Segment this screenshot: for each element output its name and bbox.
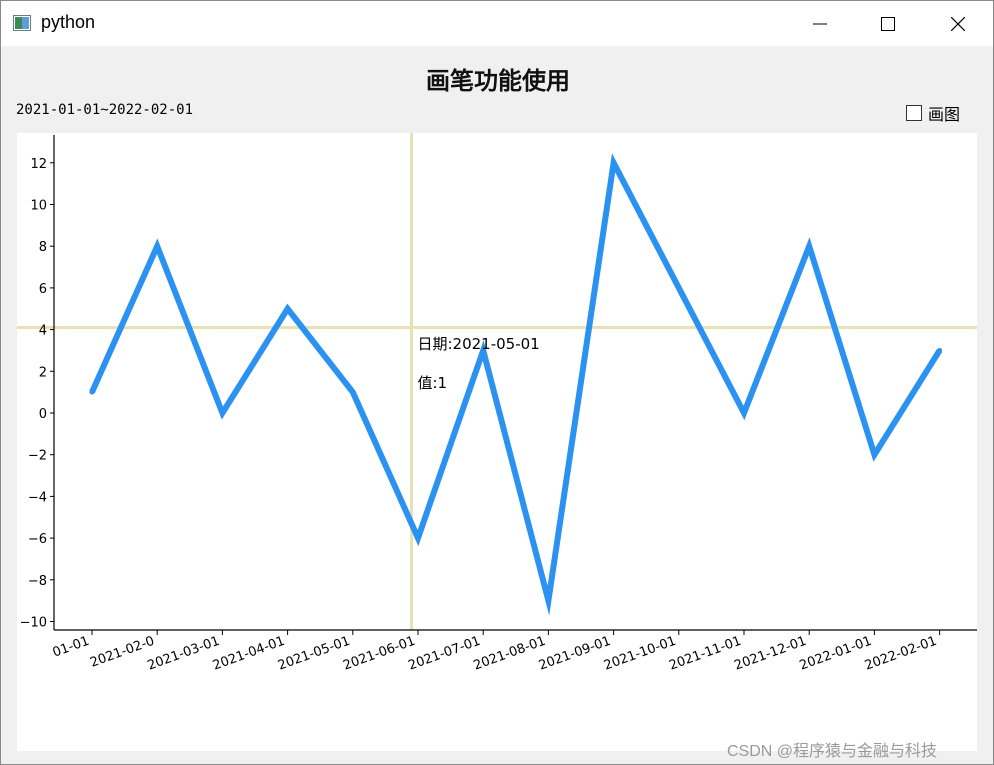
maximize-icon	[881, 16, 895, 31]
x-tick-labels: 01-012021-02-02021-03-012021-04-012021-0…	[51, 634, 939, 674]
data-point[interactable]	[219, 410, 225, 416]
crosshair	[17, 133, 977, 630]
data-point[interactable]	[350, 389, 356, 395]
data-point[interactable]	[741, 410, 747, 416]
draw-checkbox-control[interactable]: 画图	[906, 101, 960, 125]
x-tick-label: 01-01	[51, 634, 92, 661]
axes: 12 10 8 6 4 2 0 −2 −4 −6 −8 −10	[20, 135, 977, 635]
minimize-icon	[813, 23, 827, 24]
y-tick-label: 6	[39, 282, 47, 297]
x-tick-label: 2021-11-01	[667, 634, 743, 674]
tooltip-date: 日期:2021-05-01	[417, 335, 539, 353]
minimize-button[interactable]	[797, 1, 843, 46]
x-tick-label: 2021-10-01	[602, 634, 678, 674]
data-point[interactable]	[611, 160, 617, 166]
chart-title: 画笔功能使用	[426, 66, 570, 95]
x-tick-label: 2021-09-01	[537, 634, 613, 674]
y-tick-label: 4	[39, 324, 47, 339]
x-tick-label: 2021-08-01	[472, 634, 548, 674]
x-tick-label: 2022-01-01	[798, 634, 874, 674]
y-tick-label: 2	[39, 365, 47, 380]
x-tick-label: 2021-06-01	[341, 634, 417, 674]
close-icon	[951, 16, 965, 31]
app-window: python 画笔功能使用 2021-01-01~2022-02-01 画图 1…	[0, 0, 994, 765]
data-point[interactable]	[937, 347, 943, 353]
series-line	[89, 153, 943, 616]
draw-checkbox[interactable]	[906, 105, 922, 121]
x-tick-label: 2021-02-0	[88, 634, 156, 671]
x-tick-label: 2021-12-01	[732, 634, 808, 674]
x-tick-label: 2022-02-01	[863, 634, 939, 674]
y-tick-label: 0	[39, 407, 47, 422]
data-point[interactable]	[154, 243, 160, 249]
data-point[interactable]	[806, 243, 812, 249]
data-point[interactable]	[545, 598, 551, 604]
watermark: CSDN @程序猿与金融与科技	[727, 743, 938, 760]
y-tick-label: −6	[28, 532, 47, 547]
x-tick-label: 2021-05-01	[276, 634, 352, 674]
data-series	[89, 153, 943, 616]
close-button[interactable]	[935, 1, 981, 46]
y-tick-label: −2	[28, 449, 47, 464]
draw-checkbox-label[interactable]: 画图	[928, 101, 960, 125]
plot-area[interactable]: 12 10 8 6 4 2 0 −2 −4 −6 −8 −10 01-01 2021-02-0 2021-…	[17, 133, 977, 751]
x-tick-label: 2021-03-01	[146, 634, 222, 674]
data-point[interactable]	[415, 535, 421, 541]
python-window-icon	[13, 15, 31, 31]
data-point[interactable]	[676, 285, 682, 291]
line-chart[interactable]: 121086420−2−4−6−8−10 01-012021-02-02021-…	[17, 133, 977, 751]
y-tick-label: −8	[28, 574, 47, 589]
data-point[interactable]	[871, 452, 877, 458]
maximize-button[interactable]	[865, 1, 911, 46]
window-title: python	[41, 12, 96, 32]
y-tick-label: 10	[30, 199, 47, 214]
data-point[interactable]	[89, 389, 95, 395]
y-tick-label: −4	[28, 490, 47, 505]
y-tick-label: −10	[20, 616, 47, 631]
x-tick-label: 2021-07-01	[406, 634, 482, 674]
data-point[interactable]	[285, 306, 291, 312]
x-tick-label: 2021-04-01	[211, 634, 287, 674]
y-tick-label: 12	[30, 157, 47, 172]
title-bar: python	[1, 1, 993, 46]
tooltip-value: 值:1	[417, 374, 447, 392]
y-tick-label: 8	[39, 240, 47, 255]
date-range-label: 2021-01-01~2022-02-01	[16, 102, 194, 118]
